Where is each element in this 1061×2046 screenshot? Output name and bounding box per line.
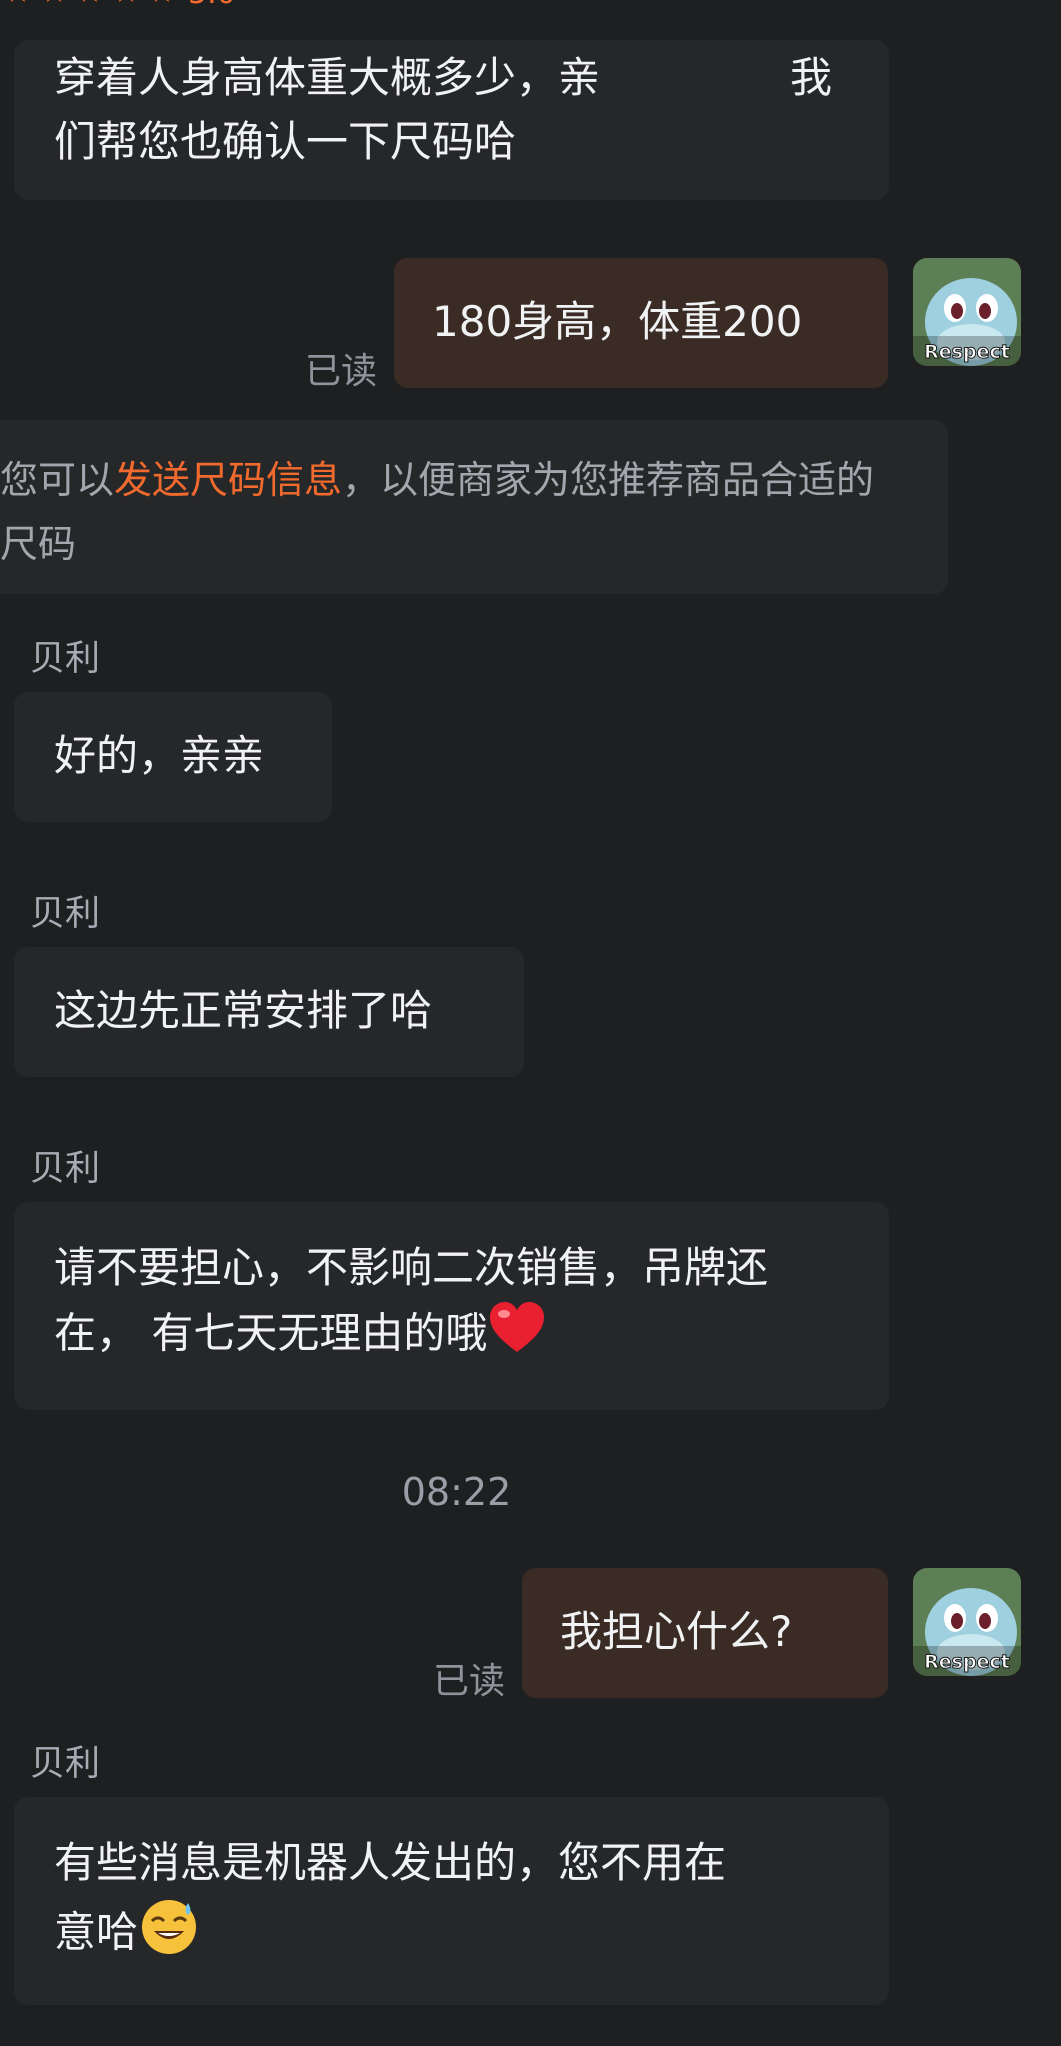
user-avatar[interactable]: Respect [913, 258, 1021, 366]
heart-emoji-icon [487, 1300, 547, 1372]
avatar-label: Respect [924, 1651, 1010, 1673]
message-text: 请不要担心，不影响二次销售，吊牌还 [54, 1243, 769, 1292]
message-text: 在， 有七天无理由的哦 [54, 1308, 488, 1358]
system-notice-text: 您可以发送尺码信息，以便商家为您推荐商品合适的 尺码 [0, 448, 900, 576]
send-size-info-link[interactable]: 发送尺码信息 [114, 458, 342, 502]
cartoon-turtle-avatar-icon: Respect [913, 1568, 1021, 1676]
message-bubble-seller[interactable]: 有些消息是机器人发出的，您不用在 意哈 [14, 1797, 889, 2005]
time-divider: 08:22 [401, 1470, 512, 1514]
cartoon-turtle-avatar-icon: Respect [913, 258, 1021, 366]
chat-screen: ★ ★ ★ ★ ★ 5.0 穿着人身高体重大概多少，亲 我 们帮您也确认一下尺码… [0, 0, 1061, 2046]
message-text: 们帮您也确认一下尺码哈 [54, 117, 517, 166]
message-text: 这边先正常安排了哈 [54, 986, 433, 1035]
star-icon: ★ [0, 0, 36, 8]
message-bubble-seller[interactable]: 请不要担心，不影响二次销售，吊牌还 在， 有七天无理由的哦 [14, 1202, 889, 1410]
message-text: 180身高，体重200 [432, 297, 803, 346]
message-text: 我担心什么? [560, 1607, 793, 1656]
read-receipt: 已读 [305, 351, 378, 392]
smiling-sweat-emoji-icon [138, 1895, 200, 1975]
message-text: 穿着人身高体重大概多少，亲 [54, 53, 601, 102]
message-bubble-seller[interactable]: 这边先正常安排了哈 [14, 947, 524, 1077]
star-icon: ★ [108, 0, 144, 8]
system-notice-suffix: ，以便商家为您推荐商品合适的 [342, 458, 875, 502]
system-notice-line2: 尺码 [0, 522, 77, 566]
message-text: 有些消息是机器人发出的，您不用在 [54, 1838, 727, 1887]
rating-score: 5.0 [188, 0, 236, 11]
user-avatar[interactable]: Respect [913, 1568, 1021, 1676]
message-text: 我 [790, 53, 833, 102]
star-icon: ★ [72, 0, 108, 8]
system-notice-prefix: 您可以 [0, 458, 115, 502]
star-icon: ★ [36, 0, 72, 8]
message-text: 好的，亲亲 [54, 731, 265, 780]
sender-name: 贝利 [30, 1149, 101, 1189]
avatar-label: Respect [924, 341, 1010, 363]
rating-row: ★ ★ ★ ★ ★ 5.0 [0, 0, 236, 11]
message-bubble-seller[interactable]: 穿着人身高体重大概多少，亲 我 们帮您也确认一下尺码哈 [14, 40, 889, 200]
message-bubble-user[interactable]: 180身高，体重200 [394, 258, 888, 388]
read-receipt: 已读 [433, 1661, 506, 1702]
message-text: 意哈 [54, 1907, 139, 1957]
star-icon: ★ [144, 0, 180, 8]
sender-name: 贝利 [30, 1744, 101, 1784]
sender-name: 贝利 [30, 894, 101, 934]
message-bubble-seller[interactable]: 好的，亲亲 [14, 692, 332, 822]
sender-name: 贝利 [30, 639, 101, 679]
message-bubble-user[interactable]: 我担心什么? [522, 1568, 888, 1698]
